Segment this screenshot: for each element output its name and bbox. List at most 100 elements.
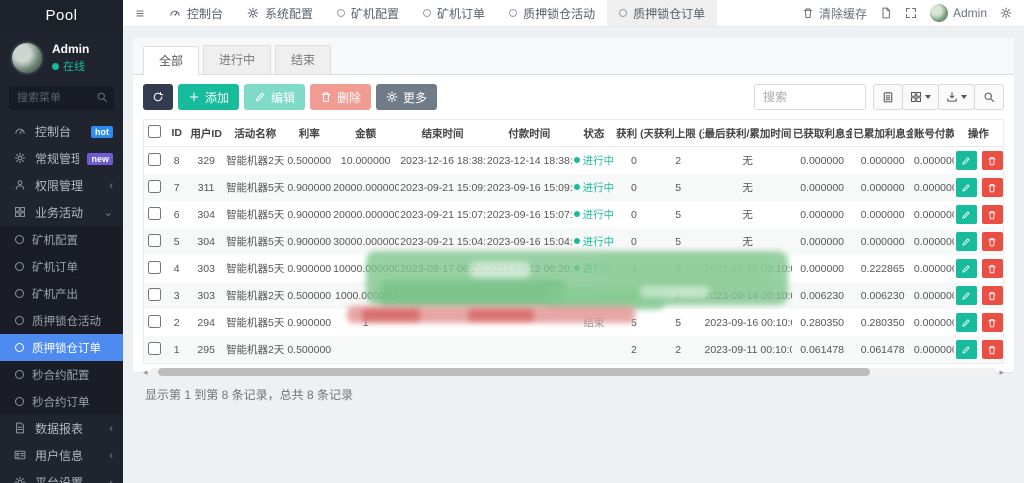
row-delete-button[interactable] xyxy=(982,178,1003,197)
row-edit-button[interactable] xyxy=(956,340,977,359)
table-row[interactable]: 2294智能机器5天0.9000001结束552023-09-16 00:10:… xyxy=(144,309,1003,336)
toggle-search-button[interactable] xyxy=(873,84,903,110)
row-checkbox[interactable] xyxy=(148,315,161,328)
sidebar-item-reports[interactable]: 数据报表‹ xyxy=(0,415,123,442)
nav-tab-staking-orders[interactable]: 质押锁仓订单 xyxy=(607,0,717,26)
nav-tab-system-config[interactable]: 系统配置 xyxy=(235,0,325,26)
more-button[interactable]: 更多 xyxy=(376,84,437,110)
user-menu[interactable]: Admin xyxy=(930,4,987,22)
column-header[interactable]: ID xyxy=(165,120,188,147)
column-header[interactable]: 结束时间 xyxy=(399,120,486,147)
circle-icon xyxy=(15,316,24,325)
row-delete-button[interactable] xyxy=(982,259,1003,278)
column-header[interactable]: 用户ID xyxy=(188,120,224,147)
sidebar-item-seconds-config[interactable]: 秒合约配置 xyxy=(0,361,123,388)
sidebar-item-general[interactable]: 常规管理new xyxy=(0,145,123,172)
sidebar-item-platform-settings[interactable]: 平台设置‹ xyxy=(0,469,123,483)
column-header[interactable]: 利率 xyxy=(286,120,332,147)
cell-id: 3 xyxy=(165,282,188,309)
scrollbar-thumb[interactable] xyxy=(158,368,870,376)
row-edit-button[interactable] xyxy=(956,232,977,251)
column-header[interactable]: 金额 xyxy=(332,120,399,147)
table-row[interactable]: 4303智能机器5天0.90000010000.0000002023-09-17… xyxy=(144,255,1003,282)
row-edit-button[interactable] xyxy=(956,178,977,197)
column-header[interactable]: 获利上限 (天) xyxy=(653,120,704,147)
row-edit-button[interactable] xyxy=(956,151,977,170)
sidebar-item-miner-output[interactable]: 矿机产出 xyxy=(0,280,123,307)
column-header[interactable]: 操作 xyxy=(954,120,1003,147)
column-header[interactable]: 已累加利息金额 xyxy=(852,120,913,147)
scroll-right-arrow-icon[interactable]: ▸ xyxy=(999,367,1004,377)
table-row[interactable]: 6304智能机器5天0.90000020000.0000002023-09-21… xyxy=(144,201,1003,228)
row-delete-button[interactable] xyxy=(982,313,1003,332)
filter-tab-running[interactable]: 进行中 xyxy=(203,45,271,74)
expand-icon xyxy=(905,7,917,19)
nav-tab-staking-activity[interactable]: 质押锁仓活动 xyxy=(497,0,607,26)
sidebar-item-business[interactable]: 业务活动⌄ xyxy=(0,199,123,226)
row-checkbox[interactable] xyxy=(148,207,161,220)
hamburger-menu-icon[interactable]: ≡ xyxy=(123,0,157,26)
select-all-checkbox[interactable] xyxy=(148,125,161,138)
row-delete-button[interactable] xyxy=(982,151,1003,170)
row-delete-button[interactable] xyxy=(982,286,1003,305)
settings-button[interactable] xyxy=(1000,7,1012,19)
nav-tab-dashboard[interactable]: 控制台 xyxy=(157,0,235,26)
horizontal-scrollbar[interactable]: ◂ ▸ xyxy=(143,367,1004,377)
row-checkbox[interactable] xyxy=(148,261,161,274)
column-header[interactable]: 活动名称 xyxy=(224,120,286,147)
fullscreen-button[interactable] xyxy=(905,7,917,19)
table-row[interactable]: 8329智能机器2天0.50000010.0000002023-12-16 18… xyxy=(144,147,1003,175)
cell-user_id: 303 xyxy=(188,255,224,282)
nav-tab-miner-config[interactable]: 矿机配置 xyxy=(325,0,411,26)
refresh-button[interactable] xyxy=(143,84,173,110)
sidebar-item-userinfo[interactable]: 用户信息‹ xyxy=(0,442,123,469)
row-checkbox[interactable] xyxy=(148,153,161,166)
sidebar-item-permissions[interactable]: 权限管理‹ xyxy=(0,172,123,199)
table-row[interactable]: 5304智能机器5天0.90000030000.0000002023-09-21… xyxy=(144,228,1003,255)
row-delete-button[interactable] xyxy=(982,205,1003,224)
nav-tab-miner-orders[interactable]: 矿机订单 xyxy=(411,0,497,26)
column-header[interactable]: 已获取利息金额 xyxy=(792,120,853,147)
row-checkbox[interactable] xyxy=(148,180,161,193)
sidebar-item-staking-activity[interactable]: 质押锁仓活动 xyxy=(0,307,123,334)
row-checkbox[interactable] xyxy=(148,288,161,301)
row-delete-button[interactable] xyxy=(982,340,1003,359)
column-header[interactable]: 付款时间 xyxy=(486,120,573,147)
column-header[interactable]: 最后获利/累加时间 xyxy=(704,120,792,147)
user-avatar[interactable] xyxy=(10,41,44,75)
sidebar-item-miner-orders[interactable]: 矿机订单 xyxy=(0,253,123,280)
row-edit-button[interactable] xyxy=(956,259,977,278)
trash-icon xyxy=(987,210,997,220)
sidebar-item-miner-config[interactable]: 矿机配置 xyxy=(0,226,123,253)
advanced-search-button[interactable] xyxy=(974,84,1004,110)
row-edit-button[interactable] xyxy=(956,205,977,224)
table-search-input[interactable] xyxy=(754,84,866,110)
table-row[interactable]: 1295智能机器2天0.500000222023-09-11 00:10:010… xyxy=(144,336,1003,363)
page-file-button[interactable] xyxy=(880,7,892,19)
row-edit-button[interactable] xyxy=(956,313,977,332)
add-button[interactable]: 添加 xyxy=(178,84,239,110)
table-row[interactable]: 7311智能机器5天0.90000020000.0000002023-09-21… xyxy=(144,174,1003,201)
row-checkbox[interactable] xyxy=(148,342,161,355)
delete-button[interactable]: 删除 xyxy=(310,84,371,110)
scrollbar-track[interactable] xyxy=(150,368,998,376)
filter-tab-all[interactable]: 全部 xyxy=(143,46,199,75)
edit-button[interactable]: 编辑 xyxy=(244,84,305,110)
columns-button[interactable] xyxy=(902,84,939,110)
scroll-left-arrow-icon[interactable]: ◂ xyxy=(143,367,148,377)
export-button[interactable] xyxy=(938,84,975,110)
column-header[interactable]: 获利 (天) xyxy=(615,120,653,147)
cell-pay_time: 2023-12-14 18:38:47 xyxy=(486,147,573,175)
row-checkbox[interactable] xyxy=(148,234,161,247)
row-delete-button[interactable] xyxy=(982,232,1003,251)
row-edit-button[interactable] xyxy=(956,286,977,305)
table-row[interactable]: 3303智能机器2天0.5000001000.000000222023-09-1… xyxy=(144,282,1003,309)
sidebar-item-staking-orders[interactable]: 质押锁仓订单 xyxy=(0,334,123,361)
cell-user_id: 311 xyxy=(188,174,224,201)
sidebar-item-dashboard[interactable]: 控制台hot xyxy=(0,118,123,145)
column-header[interactable]: 账号付款 xyxy=(913,120,954,147)
clear-cache-button[interactable]: 清除缓存 xyxy=(802,5,867,22)
column-header[interactable]: 状态 xyxy=(573,120,616,147)
filter-tab-ended[interactable]: 结束 xyxy=(275,45,331,74)
sidebar-item-seconds-orders[interactable]: 秒合约订单 xyxy=(0,388,123,415)
